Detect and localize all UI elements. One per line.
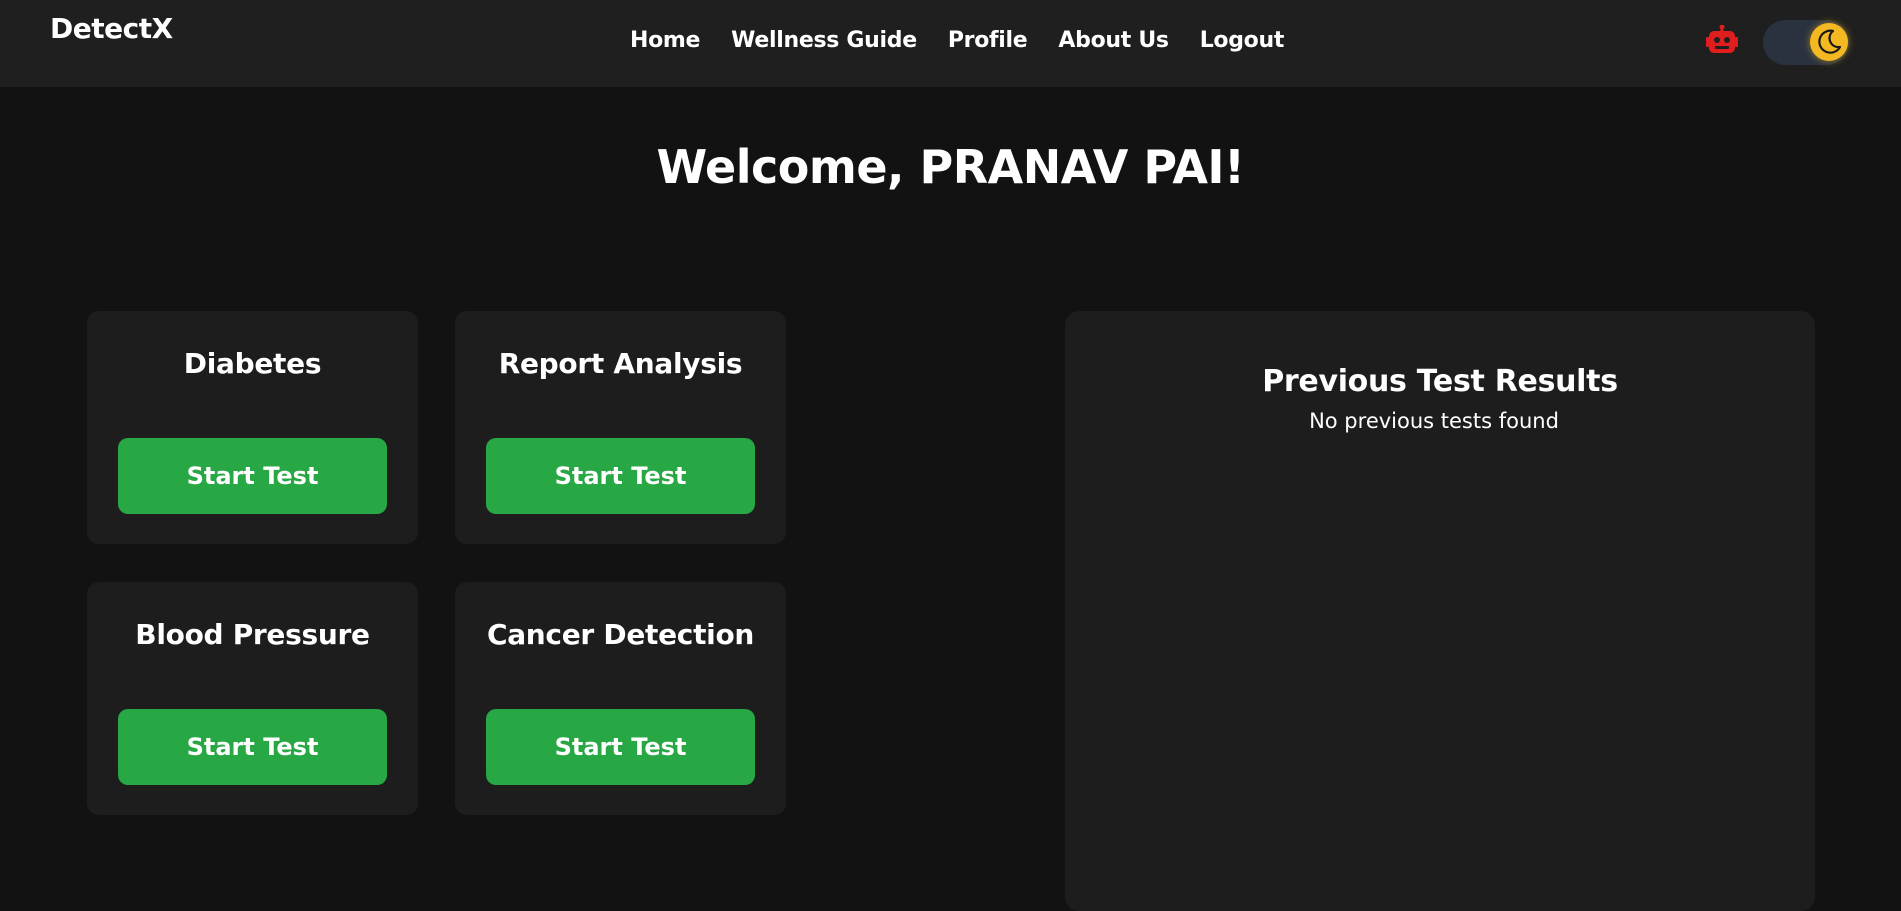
start-test-button[interactable]: Start Test: [118, 709, 387, 785]
results-title: Previous Test Results: [1262, 364, 1618, 399]
results-empty-message: No previous tests found: [1309, 409, 1559, 433]
test-card-report-analysis: Report Analysis Start Test: [455, 311, 786, 544]
nav-link-logout[interactable]: Logout: [1200, 28, 1285, 53]
moon-icon: [1810, 23, 1848, 61]
card-title: Report Analysis: [498, 347, 743, 380]
theme-toggle[interactable]: [1763, 20, 1849, 65]
nav-link-about-us[interactable]: About Us: [1058, 28, 1169, 53]
robot-icon[interactable]: [1706, 24, 1738, 55]
welcome-heading: Welcome, PRANAV PAI!: [656, 140, 1245, 194]
card-title: Cancer Detection: [486, 618, 755, 651]
card-title: Blood Pressure: [135, 618, 370, 651]
start-test-button[interactable]: Start Test: [486, 709, 755, 785]
test-card-cancer-detection: Cancer Detection Start Test: [455, 582, 786, 815]
start-test-button[interactable]: Start Test: [118, 438, 387, 514]
previous-results-panel: Previous Test Results No previous tests …: [1065, 311, 1815, 911]
nav-link-home[interactable]: Home: [630, 28, 700, 53]
brand-logo[interactable]: DetectX: [50, 12, 173, 45]
start-test-button[interactable]: Start Test: [486, 438, 755, 514]
nav-links: Home Wellness Guide Profile About Us Log…: [630, 28, 1284, 53]
nav-link-wellness-guide[interactable]: Wellness Guide: [731, 28, 917, 53]
card-title: Diabetes: [183, 347, 322, 380]
nav-link-profile[interactable]: Profile: [948, 28, 1028, 53]
navbar: DetectX Home Wellness Guide Profile Abou…: [0, 0, 1901, 87]
test-card-diabetes: Diabetes Start Test: [87, 311, 418, 544]
test-card-blood-pressure: Blood Pressure Start Test: [87, 582, 418, 815]
